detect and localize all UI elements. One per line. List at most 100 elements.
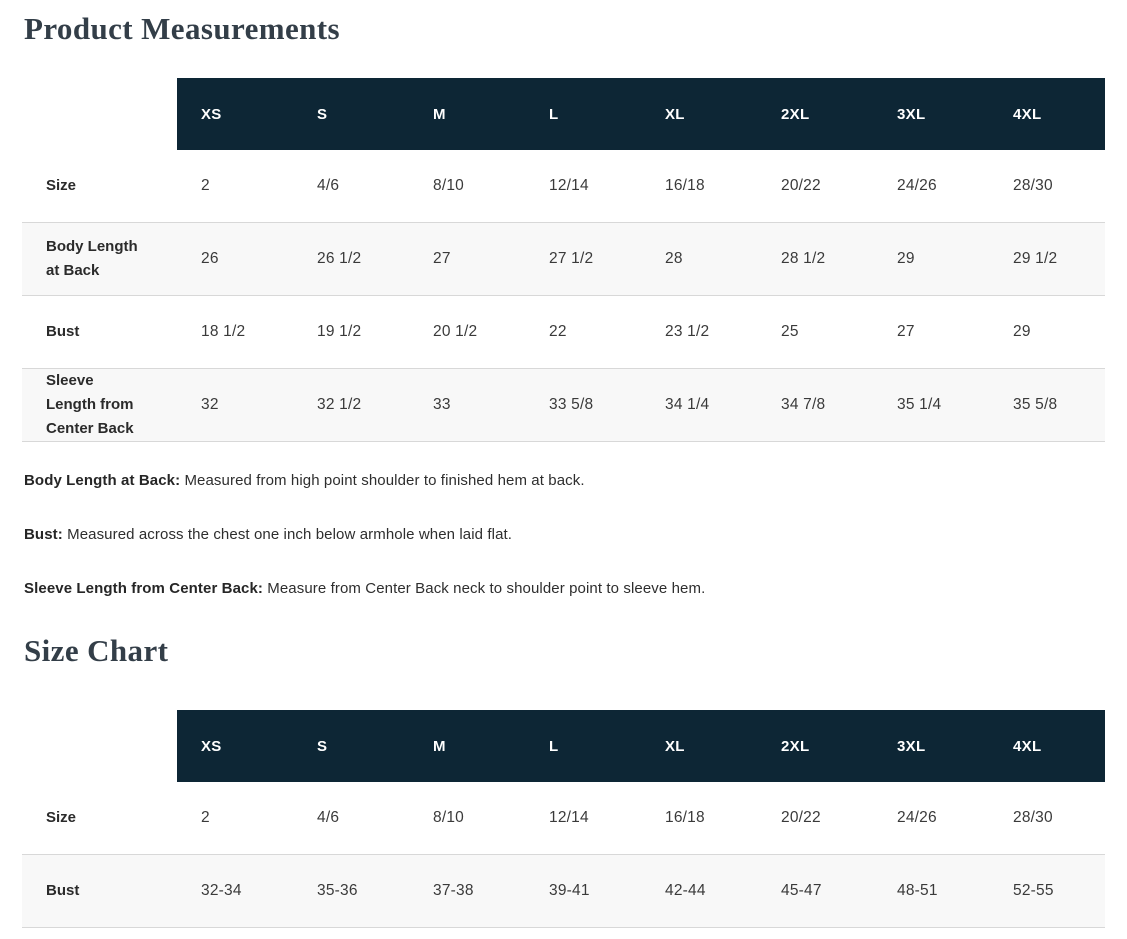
measurement-value: 18 1/2 bbox=[177, 296, 293, 368]
measurement-value: 45-47 bbox=[757, 855, 873, 927]
size-column-header: S bbox=[293, 78, 409, 150]
measurement-value: 39-41 bbox=[525, 855, 641, 927]
definition-term: Body Length at Back: bbox=[24, 472, 180, 489]
definition-bust: Bust: Measured across the chest one inch… bbox=[24, 524, 1103, 546]
row-label: Size bbox=[22, 150, 177, 222]
size-column-header: 4XL bbox=[989, 710, 1105, 782]
row-label-text: Bust bbox=[46, 879, 79, 903]
size-column-header: L bbox=[525, 78, 641, 150]
measurement-value: 16/18 bbox=[641, 150, 757, 222]
measurement-value: 28 bbox=[641, 223, 757, 295]
size-guide-page: Product Measurements XSSMLXL2XL3XL4XLSiz… bbox=[0, 10, 1127, 928]
measurement-value: 35 1/4 bbox=[873, 369, 989, 441]
table-header-row: XSSMLXL2XL3XL4XL bbox=[22, 710, 1105, 782]
row-label: Bust bbox=[22, 855, 177, 927]
measurement-value: 27 bbox=[409, 223, 525, 295]
size-column-header: L bbox=[525, 710, 641, 782]
size-column-header: 2XL bbox=[757, 78, 873, 150]
product-measurements-title: Product Measurements bbox=[24, 10, 1103, 48]
table-row: Bust 18 1/219 1/220 1/22223 1/2252729 bbox=[22, 296, 1105, 369]
measurement-value: 27 bbox=[873, 296, 989, 368]
product-measurements-table: XSSMLXL2XL3XL4XLSize24/68/1012/1416/1820… bbox=[22, 78, 1105, 442]
definition-term: Sleeve Length from Center Back: bbox=[24, 580, 263, 597]
row-label-text: Sleeve Length from Center Back bbox=[46, 369, 141, 441]
definition-sleeve-length: Sleeve Length from Center Back: Measure … bbox=[24, 578, 1103, 600]
size-chart-title: Size Chart bbox=[24, 632, 1103, 670]
measurement-value: 28/30 bbox=[989, 150, 1105, 222]
measurement-value: 28 1/2 bbox=[757, 223, 873, 295]
row-label: Bust bbox=[22, 296, 177, 368]
size-column-header: M bbox=[409, 78, 525, 150]
table-row: Body Length at Back 2626 1/22727 1/22828 … bbox=[22, 223, 1105, 296]
measurement-definitions: Body Length at Back: Measured from high … bbox=[24, 470, 1103, 600]
measurement-value: 35 5/8 bbox=[989, 369, 1105, 441]
measurement-value: 32-34 bbox=[177, 855, 293, 927]
table-header-row: XSSMLXL2XL3XL4XL bbox=[22, 78, 1105, 150]
definition-text: Measured from high point shoulder to fin… bbox=[180, 472, 584, 489]
size-column-header: XL bbox=[641, 710, 757, 782]
measurement-value: 29 bbox=[989, 296, 1105, 368]
definition-term: Bust: bbox=[24, 526, 63, 543]
measurement-value: 20/22 bbox=[757, 782, 873, 854]
measurement-value: 34 7/8 bbox=[757, 369, 873, 441]
size-column-header: XS bbox=[177, 78, 293, 150]
measurement-value: 29 bbox=[873, 223, 989, 295]
size-column-header: XS bbox=[177, 710, 293, 782]
row-label: Size bbox=[22, 782, 177, 854]
table-row: Size 24/68/1012/1416/1820/2224/2628/30 bbox=[22, 150, 1105, 223]
table-row: Size 24/68/1012/1416/1820/2224/2628/30 bbox=[22, 782, 1105, 855]
measurement-value: 8/10 bbox=[409, 150, 525, 222]
measurement-value: 48-51 bbox=[873, 855, 989, 927]
measurement-value: 2 bbox=[177, 782, 293, 854]
row-label-text: Size bbox=[46, 174, 76, 198]
measurement-value: 16/18 bbox=[641, 782, 757, 854]
measurement-value: 28/30 bbox=[989, 782, 1105, 854]
measurement-value: 22 bbox=[525, 296, 641, 368]
measurement-value: 2 bbox=[177, 150, 293, 222]
measurement-value: 12/14 bbox=[525, 782, 641, 854]
header-spacer-cell bbox=[22, 78, 177, 150]
size-column-header: M bbox=[409, 710, 525, 782]
size-column-header: 3XL bbox=[873, 78, 989, 150]
measurement-value: 35-36 bbox=[293, 855, 409, 927]
size-column-header: 4XL bbox=[989, 78, 1105, 150]
measurement-value: 8/10 bbox=[409, 782, 525, 854]
measurement-value: 25 bbox=[757, 296, 873, 368]
measurement-value: 24/26 bbox=[873, 150, 989, 222]
measurement-value: 23 1/2 bbox=[641, 296, 757, 368]
row-label-text: Bust bbox=[46, 320, 79, 344]
measurement-value: 4/6 bbox=[293, 150, 409, 222]
size-column-header: XL bbox=[641, 78, 757, 150]
measurement-value: 12/14 bbox=[525, 150, 641, 222]
measurement-value: 26 bbox=[177, 223, 293, 295]
measurement-value: 32 1/2 bbox=[293, 369, 409, 441]
size-column-header: 3XL bbox=[873, 710, 989, 782]
measurement-value: 42-44 bbox=[641, 855, 757, 927]
measurement-value: 33 bbox=[409, 369, 525, 441]
size-chart-table: XSSMLXL2XL3XL4XL Size 24/68/1012/1416/1820… bbox=[22, 710, 1105, 928]
definition-body-length: Body Length at Back: Measured from high … bbox=[24, 470, 1103, 492]
measurement-value: 20/22 bbox=[757, 150, 873, 222]
measurement-value: 20 1/2 bbox=[409, 296, 525, 368]
measurement-value: 27 1/2 bbox=[525, 223, 641, 295]
table-row: Sleeve Length from Center Back3232 1/233… bbox=[22, 369, 1105, 442]
measurement-value: 24/26 bbox=[873, 782, 989, 854]
row-label-text: Size bbox=[46, 806, 76, 830]
measurement-value: 19 1/2 bbox=[293, 296, 409, 368]
measurement-value: 4/6 bbox=[293, 782, 409, 854]
size-column-header: S bbox=[293, 710, 409, 782]
row-label: Body Length at Back bbox=[22, 223, 177, 295]
measurement-value: 29 1/2 bbox=[989, 223, 1105, 295]
measurement-value: 52-55 bbox=[989, 855, 1105, 927]
measurement-value: 32 bbox=[177, 369, 293, 441]
measurement-value: 26 1/2 bbox=[293, 223, 409, 295]
row-label-text: Body Length at Back bbox=[46, 235, 141, 283]
size-column-header: 2XL bbox=[757, 710, 873, 782]
row-label: Sleeve Length from Center Back bbox=[22, 369, 177, 441]
header-spacer-cell bbox=[22, 710, 177, 782]
measurement-value: 33 5/8 bbox=[525, 369, 641, 441]
measurement-value: 34 1/4 bbox=[641, 369, 757, 441]
definition-text: Measure from Center Back neck to shoulde… bbox=[263, 580, 705, 597]
measurement-value: 37-38 bbox=[409, 855, 525, 927]
definition-text: Measured across the chest one inch below… bbox=[63, 526, 512, 543]
